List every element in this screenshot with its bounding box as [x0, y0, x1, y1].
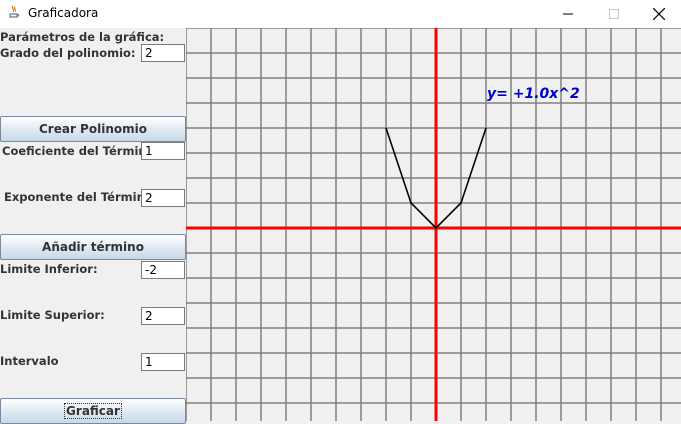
- coef-label: Coeficiente del Término:: [2, 144, 160, 158]
- title-bar: Graficadora: [0, 0, 681, 28]
- intervalo-input[interactable]: [141, 353, 185, 371]
- close-icon: [653, 8, 665, 20]
- crear-polinomio-button[interactable]: Crear Polinomio: [0, 116, 186, 142]
- lim-inf-label: Limite Inferior:: [0, 262, 98, 276]
- minimize-button[interactable]: [545, 0, 591, 28]
- graficar-button[interactable]: Graficar: [0, 398, 186, 424]
- anadir-termino-button[interactable]: Añadir término: [0, 234, 186, 260]
- close-button[interactable]: [636, 0, 681, 28]
- params-label: Parámetros de la gráfica:: [0, 30, 165, 44]
- intervalo-label: Intervalo: [0, 354, 59, 368]
- graficar-button-label: Graficar: [64, 403, 122, 419]
- grado-label: Grado del polinomio:: [0, 46, 136, 60]
- exp-input[interactable]: [141, 189, 185, 207]
- equation-label: y= +1.0x^2: [487, 86, 580, 102]
- maximize-button[interactable]: [591, 0, 637, 28]
- minimize-icon: [563, 13, 573, 15]
- main-content: Parámetros de la gráfica: Grado del poli…: [0, 28, 681, 424]
- window-title: Graficadora: [28, 6, 99, 20]
- maximize-icon: [609, 9, 619, 19]
- lim-sup-label: Limite Superior:: [0, 308, 105, 322]
- graph-canvas[interactable]: y= +1.0x^2: [186, 28, 681, 421]
- lim-inf-input[interactable]: [141, 261, 185, 279]
- coef-input[interactable]: [141, 142, 185, 160]
- lim-sup-input[interactable]: [141, 307, 185, 325]
- exp-label: Exponente del Término:: [4, 190, 158, 204]
- grado-input[interactable]: [141, 44, 185, 62]
- java-app-icon: [9, 5, 19, 18]
